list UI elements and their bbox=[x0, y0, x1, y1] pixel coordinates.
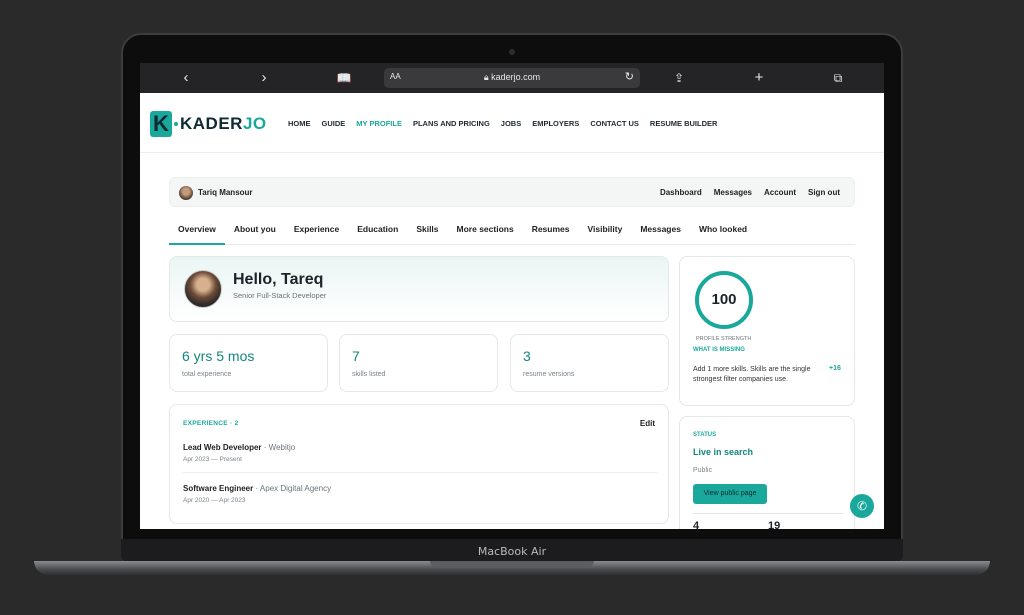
device-label: MacBook Air bbox=[477, 545, 547, 558]
missing-heading: WHAT IS MISSING bbox=[693, 347, 745, 353]
screen: ‹ › 📖 AA 🔒︎ kaderjo.com ↻ ⇪ + ⧉ K KADER … bbox=[140, 63, 884, 529]
nav-contact-us[interactable]: CONTACT US bbox=[590, 119, 639, 128]
logo-dot bbox=[174, 122, 178, 126]
avatar bbox=[179, 186, 193, 200]
divider bbox=[693, 513, 843, 514]
stat-card-resumes: 3 resume versions bbox=[510, 334, 669, 392]
tab-overview[interactable]: Overview bbox=[169, 215, 225, 245]
tab-education[interactable]: Education bbox=[348, 215, 407, 245]
share-icon[interactable]: ⇪ bbox=[667, 63, 691, 93]
plus-icon[interactable]: + bbox=[747, 63, 771, 93]
job-item[interactable]: Lead Web Developer · Webitjo Apr 2023 — … bbox=[183, 443, 295, 463]
nav-jobs[interactable]: JOBS bbox=[501, 119, 521, 128]
experience-card: EXPERIENCE · 2 Edit Lead Web Developer ·… bbox=[169, 404, 669, 524]
tab-skills[interactable]: Skills bbox=[407, 215, 447, 245]
status-count-1: 4 bbox=[693, 520, 700, 529]
job-dates: Apr 2020 — Apr 2023 bbox=[183, 497, 246, 504]
tab-resumes[interactable]: Resumes bbox=[523, 215, 579, 245]
profile-photo bbox=[184, 270, 222, 308]
strength-label: PROFILE STRENGTH bbox=[696, 336, 752, 342]
job-role: Software Engineer bbox=[183, 484, 254, 493]
edit-button[interactable]: Edit bbox=[640, 419, 655, 428]
whatsapp-icon[interactable]: ✆ bbox=[850, 494, 874, 518]
stat-value: 3 bbox=[523, 348, 531, 364]
stat-card-skills: 7 skills listed bbox=[339, 334, 498, 392]
site-logo[interactable]: K KADER JO bbox=[150, 111, 267, 137]
profile-tabs: Overview About you Experience Education … bbox=[169, 215, 855, 245]
tab-more-sections[interactable]: More sections bbox=[448, 215, 523, 245]
job-role: Lead Web Developer bbox=[183, 443, 262, 452]
chevron-left-icon[interactable]: ‹ bbox=[174, 63, 198, 93]
nav-employers[interactable]: EMPLOYERS bbox=[532, 119, 579, 128]
book-icon[interactable]: 📖 bbox=[332, 63, 356, 93]
laptop-notch bbox=[430, 561, 594, 567]
status-state: Live in search bbox=[693, 447, 754, 457]
status-count-2: 19 bbox=[768, 520, 781, 529]
nav-guide[interactable]: GUIDE bbox=[322, 119, 346, 128]
user-name: Tariq Mansour bbox=[198, 188, 253, 197]
tab-who-looked[interactable]: Who looked bbox=[690, 215, 756, 245]
stat-label: skills listed bbox=[352, 371, 386, 378]
view-public-page-button[interactable]: View public page bbox=[693, 484, 767, 504]
stat-value: 7 bbox=[352, 348, 360, 364]
experience-heading: EXPERIENCE · 2 bbox=[183, 420, 239, 427]
tab-messages[interactable]: Messages bbox=[631, 215, 690, 245]
job-sep: · bbox=[253, 484, 260, 493]
user-bar: Tariq Mansour Dashboard Messages Account… bbox=[169, 177, 855, 207]
link-dashboard[interactable]: Dashboard bbox=[660, 188, 702, 197]
stat-card-experience: 6 yrs 5 mos total experience bbox=[169, 334, 328, 392]
nav-my-profile[interactable]: MY PROFILE bbox=[356, 119, 402, 128]
reload-icon[interactable]: ↻ bbox=[625, 70, 634, 83]
job-company: Webitjo bbox=[268, 443, 296, 452]
status-card: STATUS Live in search Public View public… bbox=[679, 416, 855, 529]
nav-plans-and-pricing[interactable]: PLANS AND PRICING bbox=[413, 119, 490, 128]
tab-visibility[interactable]: Visibility bbox=[579, 215, 632, 245]
link-sign-out[interactable]: Sign out bbox=[808, 188, 840, 197]
stat-value: 6 yrs 5 mos bbox=[182, 348, 255, 364]
divider bbox=[183, 472, 657, 473]
job-sep: · bbox=[261, 443, 269, 452]
stat-label: resume versions bbox=[523, 371, 575, 378]
address-bar[interactable]: AA 🔒︎ kaderjo.com ↻ bbox=[384, 68, 640, 88]
browser-toolbar: ‹ › 📖 AA 🔒︎ kaderjo.com ↻ ⇪ + ⧉ bbox=[140, 63, 884, 93]
nav-home[interactable]: HOME bbox=[288, 119, 311, 128]
job-title: Senior Full-Stack Developer bbox=[233, 291, 327, 300]
greeting: Hello, Tareq bbox=[233, 271, 324, 288]
stage: MacBook Air ‹ › 📖 AA 🔒︎ kaderjo.com ↻ ⇪ … bbox=[0, 0, 1024, 615]
strength-ring: 100 bbox=[695, 271, 753, 329]
status-visibility: Public bbox=[693, 467, 713, 474]
nav-resume-builder[interactable]: RESUME BUILDER bbox=[650, 119, 718, 128]
tabs-icon[interactable]: ⧉ bbox=[826, 63, 850, 93]
url-value: kaderjo.com bbox=[491, 72, 541, 82]
site-header: K KADER JO HOME GUIDE MY PROFILE PLANS A… bbox=[140, 93, 884, 153]
job-company: Apex Digital Agency bbox=[259, 484, 332, 493]
tab-experience[interactable]: Experience bbox=[285, 215, 348, 245]
hello-card: Hello, Tareq Senior Full-Stack Developer bbox=[169, 256, 669, 322]
link-account[interactable]: Account bbox=[764, 188, 796, 197]
link-messages[interactable]: Messages bbox=[714, 188, 752, 197]
logo-text-kader: KADER bbox=[180, 114, 243, 133]
bonus-points: +16 bbox=[829, 365, 841, 372]
main-nav: HOME GUIDE MY PROFILE PLANS AND PRICING … bbox=[288, 119, 717, 128]
stat-label: total experience bbox=[182, 371, 232, 378]
logo-k-mark: K bbox=[150, 111, 172, 137]
chevron-right-icon[interactable]: › bbox=[252, 63, 276, 93]
status-heading: STATUS bbox=[693, 432, 717, 438]
tab-about-you[interactable]: About you bbox=[225, 215, 285, 245]
profile-strength-card: 100 PROFILE STRENGTH WHAT IS MISSING Add… bbox=[679, 256, 855, 406]
job-item[interactable]: Software Engineer · Apex Digital Agency … bbox=[183, 484, 331, 504]
logo-text-jo: JO bbox=[242, 114, 267, 133]
user-links: Dashboard Messages Account Sign out bbox=[660, 188, 840, 197]
job-dates: Apr 2023 — Present bbox=[183, 456, 242, 463]
missing-tip: Add 1 more skills. Skills are the single… bbox=[693, 366, 811, 383]
camera bbox=[509, 49, 515, 55]
url-text: 🔒︎ kaderjo.com bbox=[384, 72, 640, 83]
